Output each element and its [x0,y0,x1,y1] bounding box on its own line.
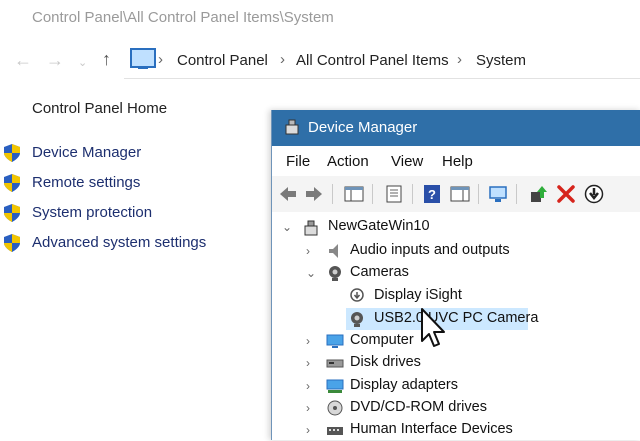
menu-help[interactable]: Help [442,153,473,170]
dvd-icon [327,400,343,416]
toolbar-separator [372,184,373,204]
breadcrumb-all-items[interactable]: All Control Panel Items [296,52,449,69]
collapse-chevron-icon[interactable]: › [306,356,310,370]
toolbar: ? [272,176,640,213]
hid-icon [327,427,343,435]
address-bar[interactable]: › Control Panel › All Control Panel Item… [124,42,640,79]
shield-icon [4,204,20,222]
breadcrumb-system[interactable]: System [476,52,526,69]
device-manager-title: Device Manager [308,119,418,136]
tree-item-display-isight[interactable]: Display iSight [272,285,640,307]
properties-icon[interactable] [384,184,404,204]
breadcrumb-separator-icon: › [280,51,285,68]
speaker-icon [329,244,338,258]
mouse-cursor-icon [421,308,445,347]
monitor-icon [326,334,344,348]
up-arrow-icon[interactable]: ↑ [102,49,111,70]
collapse-chevron-icon[interactable]: › [306,334,310,348]
control-panel-icon [130,48,156,68]
disk-icon [326,359,344,368]
control-panel-home-link[interactable]: Control Panel Home [32,100,167,117]
device-manager-icon [285,119,299,135]
breadcrumb-separator-icon: › [158,51,163,68]
toolbar-separator [412,184,413,204]
uninstall-icon[interactable] [556,184,576,204]
tree-root[interactable]: ⌄ NewGateWin10 [272,216,640,238]
camera-download-icon [350,288,364,302]
tree-label: USB2.0 UVC PC Camera [374,310,539,326]
device-manager-window: Device Manager File Action View Help ? ⌄… [271,110,640,440]
download-icon[interactable] [584,184,604,204]
tree-label: Cameras [350,264,409,280]
tree-label: Display iSight [374,287,462,303]
tree-item-hid[interactable]: › Human Interface Devices [272,419,640,441]
expand-chevron-icon[interactable]: ⌄ [282,220,292,234]
control-panel-icon-stand [138,67,148,69]
camera-icon [329,266,341,281]
expand-chevron-icon[interactable]: ⌄ [306,266,316,280]
toolbar-separator [516,184,517,204]
tree-label: Computer [350,332,414,348]
sidebar-item-label[interactable]: Advanced system settings [32,234,206,251]
sidebar-item-label[interactable]: Device Manager [32,144,141,161]
toolbar-separator [478,184,479,204]
window-titlebar: Control Panel\All Control Panel Items\Sy… [0,0,640,38]
update-driver-icon[interactable] [528,184,548,204]
menu-action[interactable]: Action [327,153,369,170]
sidebar-item-label[interactable]: System protection [32,204,152,221]
tree-label: Human Interface Devices [350,421,513,437]
device-tree: ⌄ NewGateWin10 › Audio inputs and output… [272,212,640,440]
sidebar-item-label[interactable]: Remote settings [32,174,140,191]
tree-item-computer[interactable]: › Computer [272,330,640,352]
action-pane-icon[interactable] [450,184,470,204]
tree-item-disk-drives[interactable]: › Disk drives [272,352,640,374]
collapse-chevron-icon[interactable]: › [306,379,310,393]
help-icon[interactable]: ? [422,184,442,204]
back-icon[interactable] [278,184,298,204]
navigation-bar: ← → ⌄ ↑ › Control Panel › All Control Pa… [0,42,640,79]
breadcrumb-control-panel[interactable]: Control Panel [177,52,268,69]
collapse-chevron-icon[interactable]: › [306,401,310,415]
computer-root-icon [304,220,318,236]
forward-arrow-icon[interactable]: → [46,50,64,71]
shield-icon [4,174,20,192]
scan-hardware-icon[interactable] [488,184,508,204]
toolbar-separator [332,184,333,204]
camera-icon [351,312,363,327]
shield-icon [4,144,20,162]
tree-item-audio[interactable]: › Audio inputs and outputs [272,240,640,262]
recent-locations-chevron-icon[interactable]: ⌄ [78,56,87,69]
tree-item-display-adapters[interactable]: › Display adapters [272,375,640,397]
display-adapter-icon [326,379,344,393]
shield-icon [4,234,20,252]
tree-item-cameras[interactable]: ⌄ Cameras [272,262,640,284]
breadcrumb-separator-icon: › [457,51,462,68]
show-hide-console-tree-icon[interactable] [344,184,364,204]
menu-bar: File Action View Help [272,146,640,176]
window-title: Control Panel\All Control Panel Items\Sy… [32,9,334,26]
tree-item-dvd-drives[interactable]: › DVD/CD-ROM drives [272,397,640,419]
collapse-chevron-icon[interactable]: › [306,244,310,258]
menu-view[interactable]: View [391,153,423,170]
back-arrow-icon[interactable]: ← [14,50,32,71]
collapse-chevron-icon[interactable]: › [306,423,310,437]
tree-label: Audio inputs and outputs [350,242,510,258]
device-manager-titlebar[interactable]: Device Manager [272,110,640,146]
svg-text:?: ? [428,187,436,202]
menu-file[interactable]: File [286,153,310,170]
forward-icon[interactable] [304,184,324,204]
tree-label: NewGateWin10 [328,218,430,234]
tree-label: Disk drives [350,354,421,370]
tree-label: DVD/CD-ROM drives [350,399,487,415]
tree-label: Display adapters [350,377,458,393]
